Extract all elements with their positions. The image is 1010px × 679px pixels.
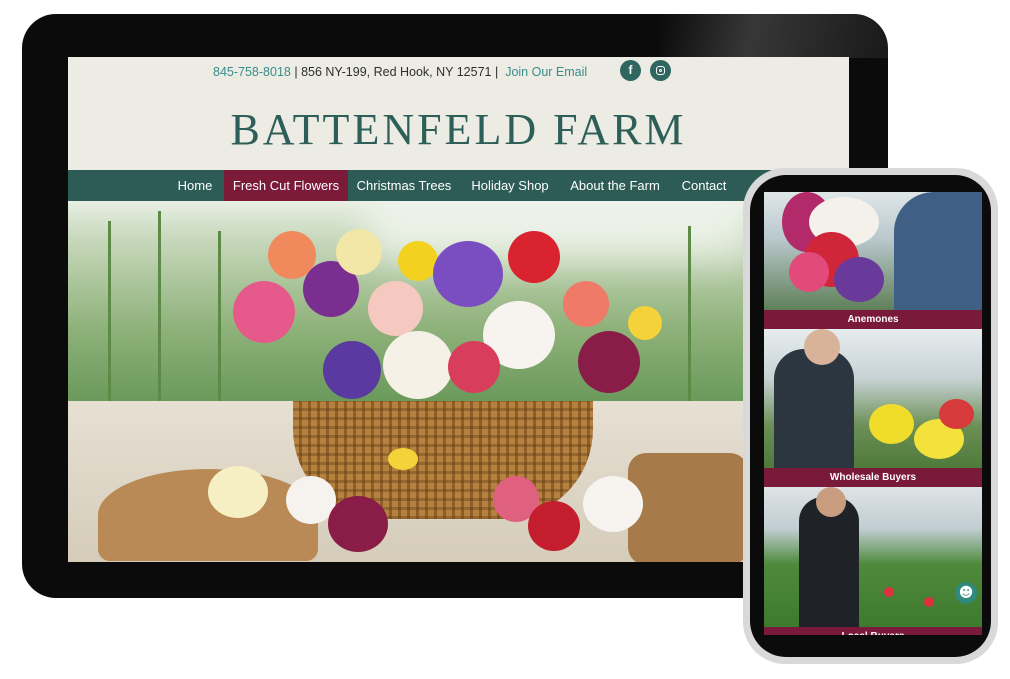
nav-about-the-farm[interactable]: About the Farm xyxy=(562,170,668,201)
nav-christmas-trees[interactable]: Christmas Trees xyxy=(350,170,458,201)
tablet-screen: 845-758-8018 | 856 NY-199, Red Hook, NY … xyxy=(68,57,849,562)
hero-image xyxy=(68,201,849,562)
panel-label-wholesale-buyers: Wholesale Buyers xyxy=(764,468,982,487)
phone-screen: Anemones Wholesale Buyers Local Buyers xyxy=(764,192,982,635)
facebook-icon[interactable]: f xyxy=(620,60,641,81)
contact-bar: 845-758-8018 | 856 NY-199, Red Hook, NY … xyxy=(68,57,849,87)
main-nav: Home Fresh Cut Flowers Christmas Trees H… xyxy=(68,170,849,201)
nav-contact[interactable]: Contact xyxy=(672,170,736,201)
panel-anemones[interactable]: Anemones xyxy=(764,192,982,329)
separator: | xyxy=(494,65,499,79)
panel-local-buyers[interactable]: Local Buyers xyxy=(764,487,982,635)
accessibility-icon[interactable]: ☻ xyxy=(955,582,977,604)
site-title[interactable]: BATTENFELD FARM xyxy=(68,104,849,155)
instagram-icon[interactable] xyxy=(650,60,671,81)
separator: | xyxy=(294,65,298,79)
straw-hat xyxy=(98,469,318,561)
phone-link[interactable]: 845-758-8018 xyxy=(213,65,291,79)
nav-fresh-cut-flowers[interactable]: Fresh Cut Flowers xyxy=(224,170,348,201)
nav-holiday-shop[interactable]: Holiday Shop xyxy=(462,170,558,201)
address-text: 856 NY-199, Red Hook, NY 12571 xyxy=(301,65,492,79)
panel-label-local-buyers: Local Buyers xyxy=(764,627,982,635)
tablet-glare xyxy=(660,14,888,58)
panel-label-anemones: Anemones xyxy=(764,310,982,329)
nav-home[interactable]: Home xyxy=(166,170,224,201)
contact-line: 845-758-8018 | 856 NY-199, Red Hook, NY … xyxy=(213,65,587,79)
join-email-link[interactable]: Join Our Email xyxy=(505,65,587,79)
leather-bag xyxy=(628,453,748,562)
panel-wholesale-buyers[interactable]: Wholesale Buyers xyxy=(764,329,982,487)
